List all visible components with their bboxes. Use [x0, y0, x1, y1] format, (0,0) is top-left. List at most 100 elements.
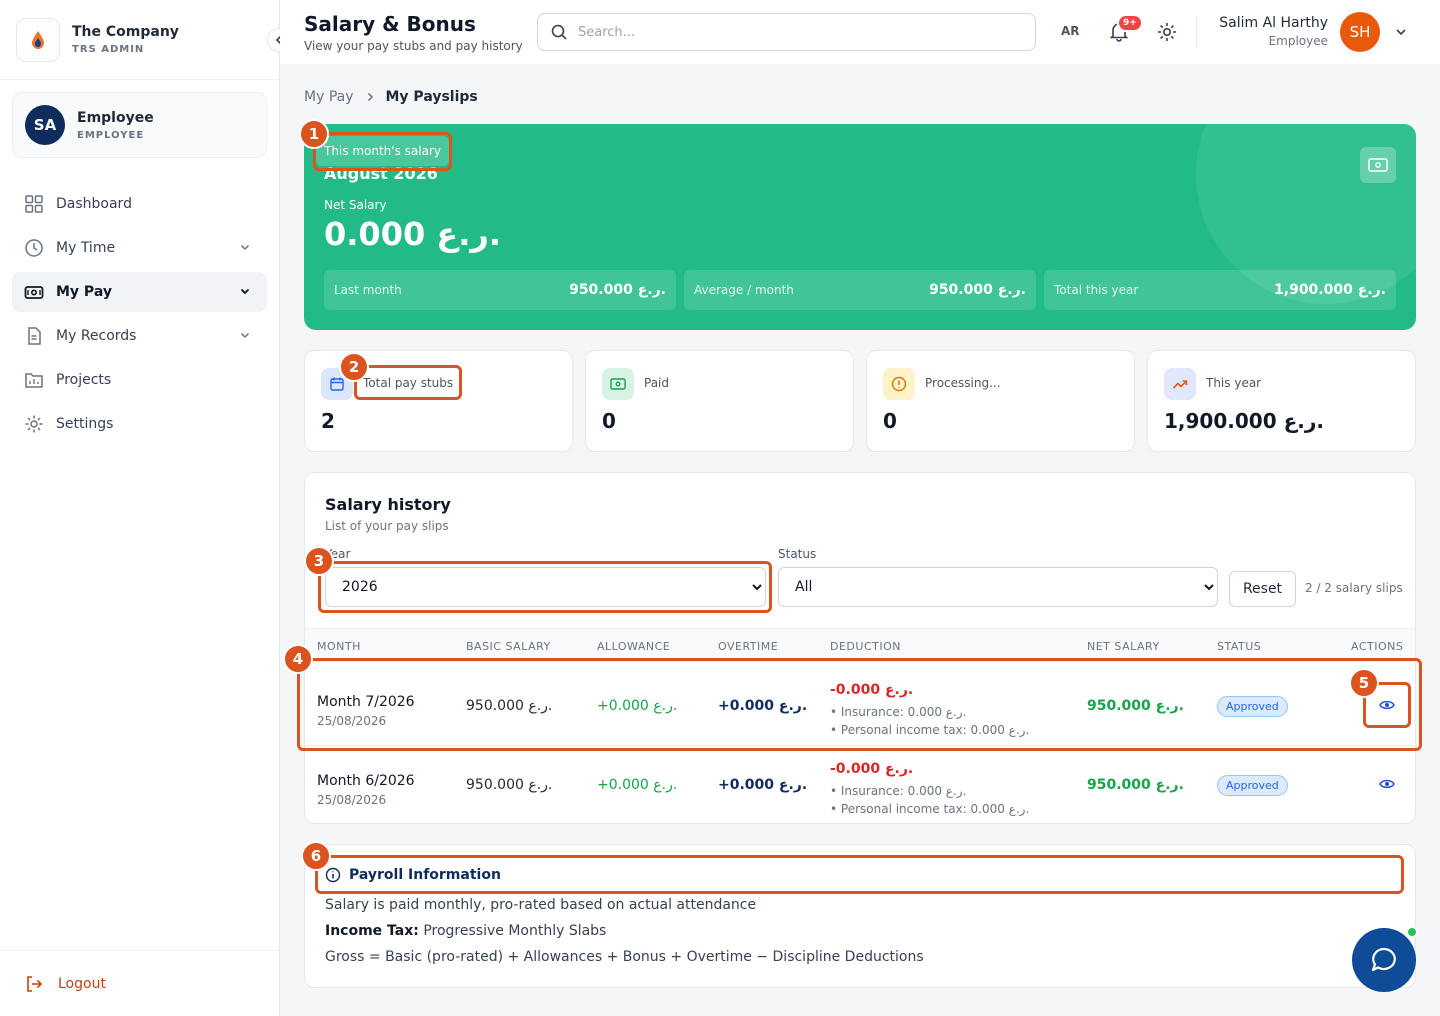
folder-icon: [25, 373, 43, 388]
table-row[interactable]: Month 6/2026 25/08/2026 950.000 ر.ع. +0.…: [305, 746, 1415, 823]
annotation-marker-3: 3: [304, 546, 334, 576]
sidebar-item-my-time[interactable]: My Time: [12, 228, 267, 268]
sidebar-item-my-records[interactable]: My Records: [12, 316, 267, 356]
search-box[interactable]: [537, 13, 1036, 51]
header-user-name[interactable]: Salim Al Harthy: [1219, 15, 1328, 31]
document-icon: [28, 327, 41, 345]
language-toggle[interactable]: AR: [1061, 24, 1080, 38]
sidebar-item-projects[interactable]: Projects: [12, 360, 267, 400]
column-header: NET SALARY: [1087, 640, 1160, 653]
status-badge: Approved: [1217, 775, 1288, 796]
annotation-marker-4: 4: [283, 644, 313, 674]
hero-stat-last-month: Last month 950.000 ر.ع.: [324, 270, 676, 310]
logout-icon: [27, 975, 43, 992]
chat-button[interactable]: [1352, 928, 1416, 992]
status-select[interactable]: All: [778, 567, 1218, 607]
stat-label: Processing...: [925, 376, 1001, 390]
row-net-salary: 950.000 ر.ع.: [1087, 698, 1184, 714]
stat-value: 2: [321, 409, 335, 433]
status-filter-label: Status: [778, 547, 817, 561]
clock-icon: [25, 239, 43, 257]
user-card[interactable]: SA Employee EMPLOYEE: [12, 92, 267, 158]
header-user-role: Employee: [1268, 34, 1328, 48]
row-overtime: +0.000 ر.ع.: [718, 777, 808, 793]
row-income-tax: • Personal income tax: 0.000 ر.ع.: [830, 802, 1030, 816]
reset-button[interactable]: Reset: [1229, 571, 1296, 607]
chevron-down-icon: [240, 288, 250, 295]
column-header: OVERTIME: [718, 640, 779, 653]
row-income-tax: • Personal income tax: 0.000 ر.ع.: [830, 723, 1030, 737]
hero-stat-total-year: Total this year 1,900.000 ر.ع.: [1044, 270, 1396, 310]
hero-stat-value: 950.000 ر.ع.: [929, 282, 1026, 298]
sidebar: The Company TRS ADMIN SA Employee EMPLOY…: [0, 0, 291, 1016]
stat-card-this-year: This year 1,900.000 ر.ع.: [1147, 350, 1416, 452]
chevron-down-icon: [240, 244, 250, 251]
hero-stat-label: Total this year: [1054, 283, 1139, 297]
payroll-info-formula: Gross = Basic (pro-rated) + Allowances +…: [325, 949, 924, 965]
stat-value: 1,900.000 ر.ع.: [1164, 409, 1324, 433]
net-salary-label: Net Salary: [324, 198, 387, 212]
breadcrumb-parent[interactable]: My Pay: [304, 89, 354, 105]
gear-icon: [25, 415, 43, 433]
row-deduction: -0.000 ر.ع.: [830, 682, 914, 698]
wallet-icon: [24, 286, 44, 299]
slip-count: 2 / 2 salary slips: [1305, 581, 1403, 595]
stat-label: This year: [1206, 376, 1262, 390]
avatar[interactable]: SH: [1340, 12, 1380, 52]
chevron-down-icon: [240, 332, 250, 339]
company-name: The Company: [72, 24, 179, 40]
row-basic-salary: 950.000 ر.ع.: [466, 777, 553, 793]
cash-icon: [602, 368, 634, 400]
stat-value: 0: [883, 409, 897, 433]
company-logo: [16, 17, 60, 62]
breadcrumb: My Pay My Payslips: [304, 89, 478, 105]
table-row[interactable]: Month 7/2026 25/08/2026 950.000 ر.ع. +0.…: [305, 667, 1415, 746]
row-month: Month 7/2026: [317, 694, 415, 710]
row-date: 25/08/2026: [317, 793, 387, 807]
row-month: Month 6/2026: [317, 773, 415, 789]
sidebar-item-settings[interactable]: Settings: [12, 404, 267, 444]
sidebar-item-my-pay[interactable]: My Pay: [12, 272, 267, 312]
sidebar-item-dashboard[interactable]: Dashboard: [12, 184, 267, 224]
hero-stat-value: 950.000 ر.ع.: [569, 282, 666, 298]
sidebar-item-label: Projects: [56, 372, 112, 388]
stat-card-paid: Paid 0: [585, 350, 854, 452]
row-allowance: +0.000 ر.ع.: [597, 777, 678, 793]
online-indicator: [1406, 926, 1418, 938]
chevron-down-icon[interactable]: [1394, 25, 1408, 39]
hero-month: August 2026: [324, 164, 438, 183]
salary-history-subtitle: List of your pay slips: [325, 519, 449, 533]
eye-icon[interactable]: [1379, 778, 1395, 790]
gear-icon[interactable]: [1156, 21, 1178, 43]
annotation-marker-5: 5: [1349, 668, 1379, 698]
search-input[interactable]: [578, 24, 1018, 40]
annotation-marker-6: 6: [301, 841, 331, 871]
sidebar-nav: Dashboard My Time My Pay My Records Proj…: [0, 184, 279, 444]
stat-card-processing: Processing... 0: [866, 350, 1135, 452]
column-header: BASIC SALARY: [466, 640, 551, 653]
sidebar-item-label: My Pay: [56, 284, 112, 300]
column-header: STATUS: [1217, 640, 1262, 653]
company-subtitle: TRS ADMIN: [72, 44, 145, 55]
tax-value: Progressive Monthly Slabs: [423, 923, 607, 939]
hero-stat-label: Last month: [334, 283, 402, 297]
sidebar-item-label: My Records: [56, 328, 137, 344]
column-header: MONTH: [317, 640, 361, 653]
annotation-marker-1: 1: [299, 119, 329, 149]
brand: The Company TRS ADMIN: [0, 0, 291, 80]
notification-badge: 9+: [1117, 14, 1143, 32]
column-header: ALLOWANCE: [597, 640, 671, 653]
year-select[interactable]: 2026: [325, 567, 766, 607]
sidebar-item-label: My Time: [56, 240, 116, 256]
annotation-marker-2: 2: [339, 352, 369, 382]
row-deduction: -0.000 ر.ع.: [830, 761, 914, 777]
stat-label: Paid: [644, 376, 670, 390]
eye-icon[interactable]: [1379, 699, 1395, 711]
sidebar-item-label: Dashboard: [56, 196, 132, 212]
logout-button[interactable]: Logout: [0, 950, 279, 1016]
row-basic-salary: 950.000 ر.ع.: [466, 698, 553, 714]
trending-up-icon: [1164, 368, 1196, 400]
payroll-info-header: Payroll Information: [325, 867, 501, 883]
row-insurance: • Insurance: 0.000 ر.ع.: [830, 705, 967, 719]
payroll-info-panel: Payroll Information Salary is paid month…: [304, 844, 1416, 988]
